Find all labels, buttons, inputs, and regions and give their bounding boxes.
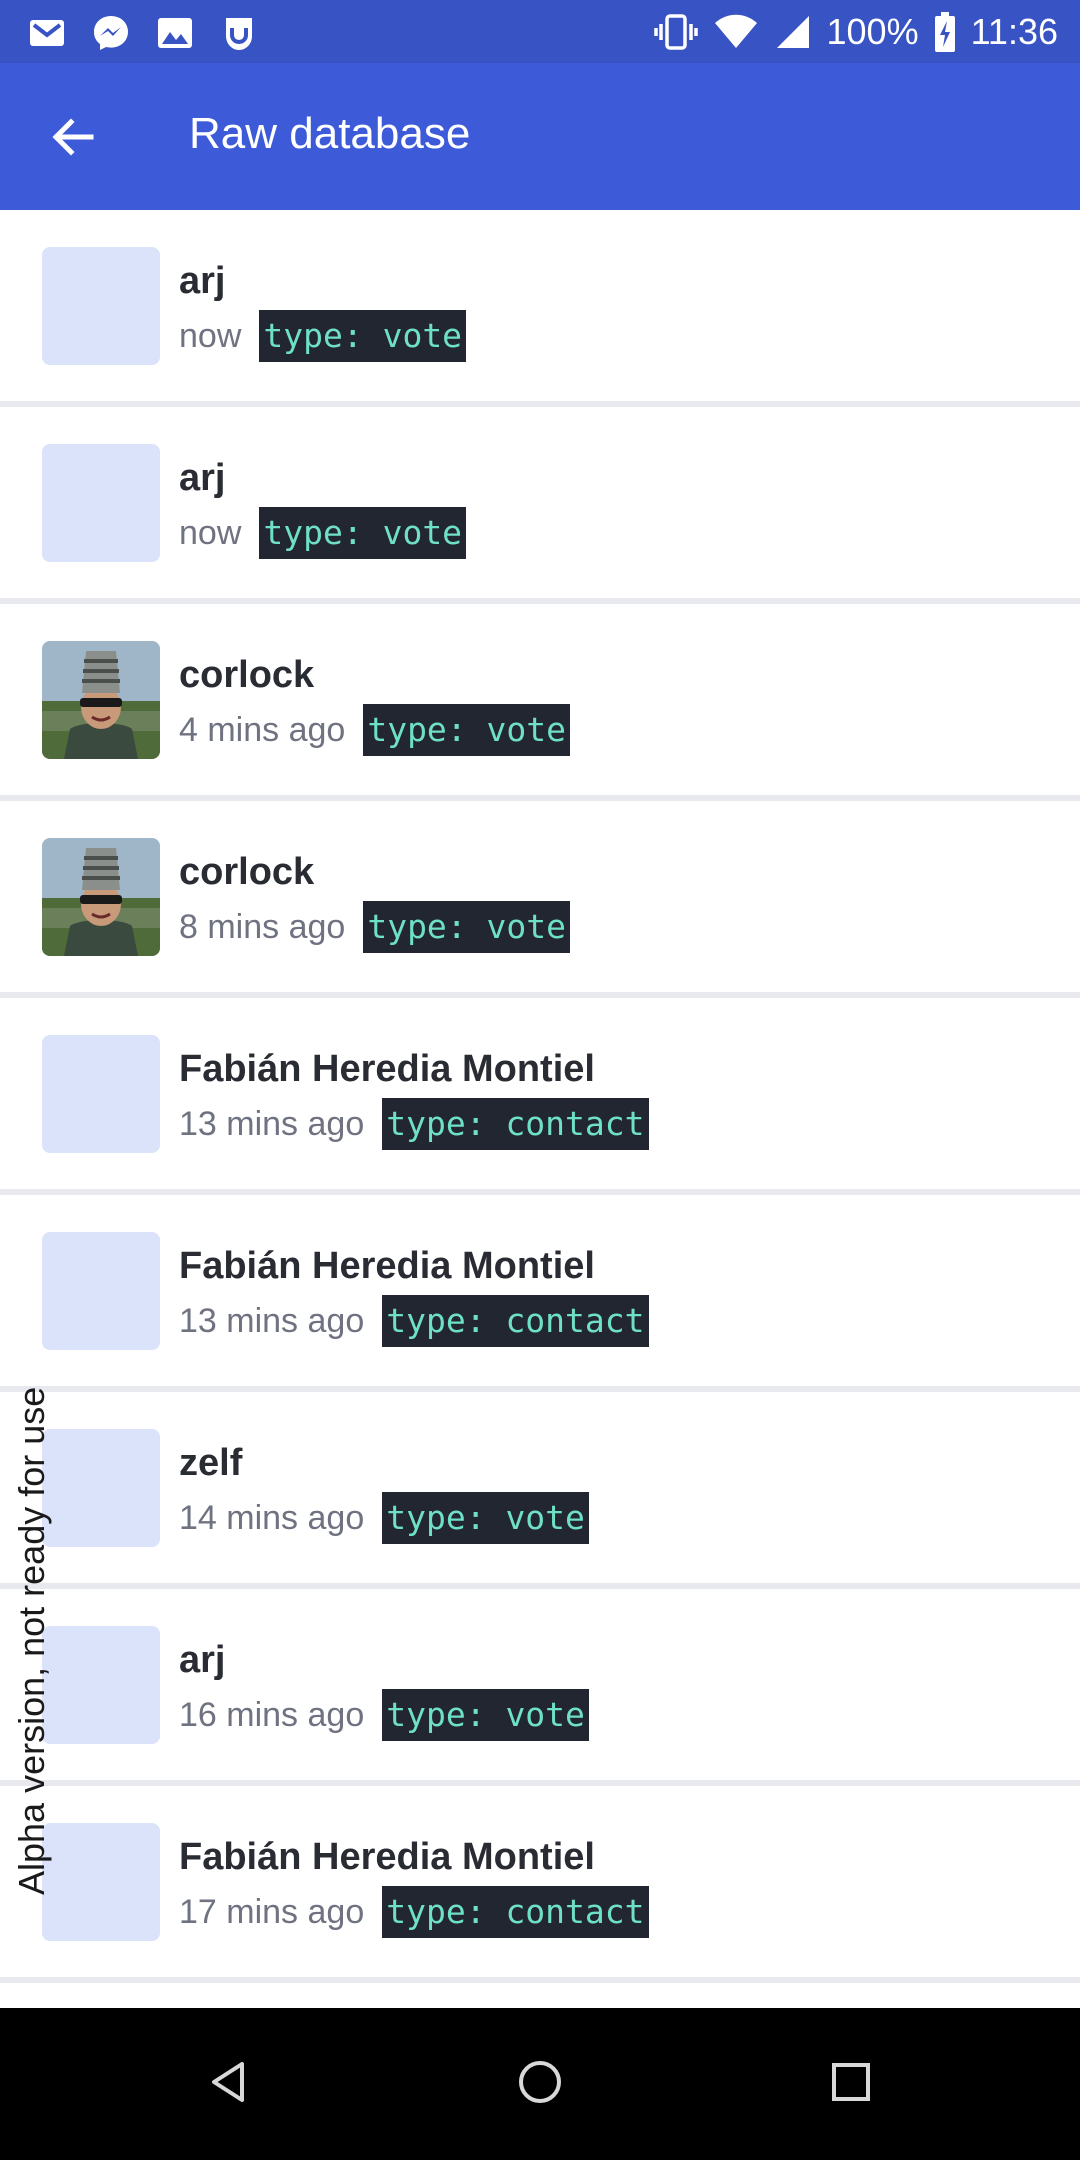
list-item[interactable]: corlock 4 mins ago type: vote: [0, 604, 1080, 801]
nav-back-button[interactable]: [189, 2044, 269, 2124]
timestamp: 8 mins ago: [179, 907, 346, 946]
list-item[interactable]: arj 16 mins ago type: vote: [0, 1589, 1080, 1786]
list-item[interactable]: Fabián Heredia Montiel 17 mins ago type:…: [0, 1786, 1080, 1983]
status-bar: 100% 11:36: [0, 0, 1080, 63]
back-triangle-icon: [206, 2059, 252, 2110]
system-status: 100% 11:36: [653, 0, 1058, 63]
signal-icon: [773, 12, 813, 52]
author-name[interactable]: arj: [179, 260, 225, 303]
author-name[interactable]: Fabián Heredia Montiel: [179, 1048, 595, 1091]
timestamp: now: [179, 513, 242, 552]
list-item[interactable]: Fabián Heredia Montiel 13 mins ago type:…: [0, 998, 1080, 1195]
alpha-watermark: Alpha version, not ready for use: [11, 1386, 52, 1895]
timestamp: 16 mins ago: [179, 1695, 365, 1734]
type-badge: type: vote: [259, 310, 467, 362]
list-item[interactable]: arj now type: vote: [0, 210, 1080, 407]
type-badge: type: vote: [382, 1689, 589, 1741]
avatar-photo[interactable]: [42, 838, 160, 956]
type-badge: type: contact: [382, 1295, 649, 1347]
type-badge: type: contact: [382, 1098, 649, 1150]
author-name[interactable]: Fabián Heredia Montiel: [179, 1245, 595, 1288]
timestamp: 17 mins ago: [179, 1892, 365, 1931]
battery-charging-icon: [933, 11, 957, 53]
avatar-photo[interactable]: [42, 641, 160, 759]
type-badge: type: vote: [363, 704, 571, 756]
type-badge: type: vote: [363, 901, 571, 953]
author-name[interactable]: Fabián Heredia Montiel: [179, 1836, 595, 1879]
author-name[interactable]: arj: [179, 1639, 225, 1682]
timestamp: now: [179, 316, 242, 355]
navigation-bar: [0, 2008, 1080, 2160]
recents-square-icon: [830, 2061, 872, 2108]
app-icon: [218, 12, 260, 54]
gmail-icon: [26, 12, 68, 54]
avatar[interactable]: [42, 1035, 160, 1153]
messenger-icon: [90, 12, 132, 54]
wifi-icon: [713, 12, 759, 52]
avatar[interactable]: [42, 444, 160, 562]
home-circle-icon: [516, 2058, 564, 2111]
nav-recents-button[interactable]: [811, 2044, 891, 2124]
battery-percent: 100%: [826, 10, 919, 52]
avatar[interactable]: [42, 247, 160, 365]
author-name[interactable]: zelf: [179, 1442, 242, 1485]
timestamp: 13 mins ago: [179, 1301, 365, 1340]
timestamp: 4 mins ago: [179, 710, 346, 749]
type-badge: type: vote: [382, 1492, 589, 1544]
timestamp: 13 mins ago: [179, 1104, 365, 1143]
list-item[interactable]: zelf 14 mins ago type: vote: [0, 1392, 1080, 1589]
back-button[interactable]: [36, 103, 108, 175]
timestamp: 14 mins ago: [179, 1498, 365, 1537]
vibrate-icon: [653, 12, 699, 52]
image-icon: [154, 12, 196, 54]
nav-home-button[interactable]: [500, 2044, 580, 2124]
message-list[interactable]: arj now type: vote arj now type: vote co…: [0, 210, 1080, 1983]
page-title: Raw database: [189, 109, 471, 158]
notification-icons: [26, 12, 260, 54]
type-badge: type: vote: [259, 507, 467, 559]
author-name[interactable]: arj: [179, 457, 225, 500]
app-bar: Raw database: [0, 63, 1080, 210]
clock: 11:36: [970, 10, 1058, 52]
list-item[interactable]: arj now type: vote: [0, 407, 1080, 604]
list-item[interactable]: Fabián Heredia Montiel 13 mins ago type:…: [0, 1195, 1080, 1392]
list-item[interactable]: corlock 8 mins ago type: vote: [0, 801, 1080, 998]
arrow-left-icon: [49, 114, 95, 165]
author-name[interactable]: corlock: [179, 851, 314, 894]
author-name[interactable]: corlock: [179, 654, 314, 697]
type-badge: type: contact: [382, 1886, 649, 1938]
